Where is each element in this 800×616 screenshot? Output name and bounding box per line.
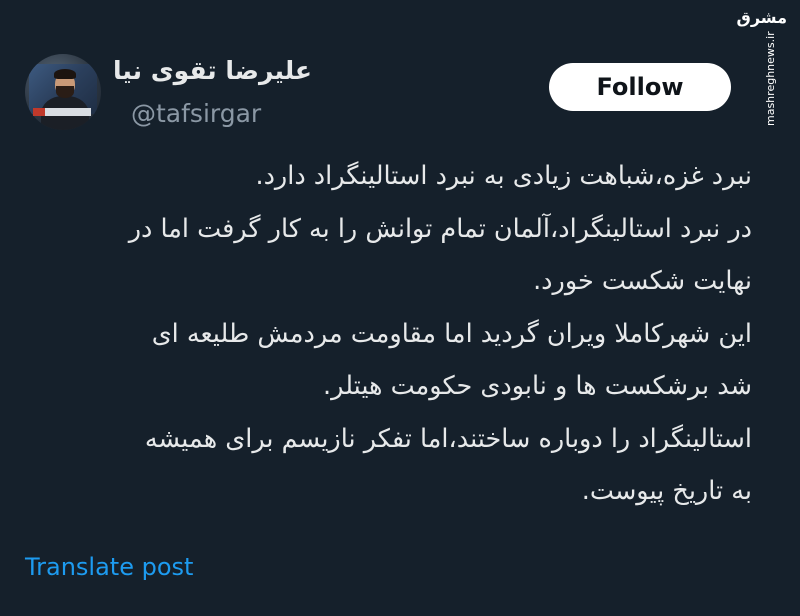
watermark-logo: مشرق xyxy=(736,8,787,27)
avatar-hair xyxy=(54,69,76,79)
watermark-url: mashreghnews.ir xyxy=(764,31,777,126)
avatar-lower-third-accent xyxy=(33,108,45,116)
tweet-line: این شهرکاملا ویران گردید اما مقاومت مردم… xyxy=(151,318,752,349)
avatar-beard xyxy=(56,86,74,98)
user-avatar[interactable] xyxy=(25,54,101,130)
display-name[interactable]: علیرضا تقوی نیا xyxy=(113,56,312,85)
watermark: مشرق mashreghnews.ir xyxy=(736,8,792,128)
translate-post-link[interactable]: Translate post xyxy=(25,553,193,581)
tweet-text: نبرد غزه،شباهت زیادی به نبرد استالینگراد… xyxy=(20,150,752,518)
tweet-line: به تاریخ پیوست. xyxy=(581,476,752,506)
tweet-line: نهایت شکست خورد. xyxy=(533,266,752,296)
follow-button[interactable]: Follow xyxy=(549,63,731,111)
tweet-line: شد برشکست ها و نابودی حکومت هیتلر. xyxy=(323,371,752,401)
tweet-line: استالینگراد را دوباره ساختند،اما تفکر نا… xyxy=(144,423,752,454)
tweet-line: نبرد غزه،شباهت زیادی به نبرد استالینگراد… xyxy=(255,161,752,191)
tweet-card: علیرضا تقوی نیا @tafsirgar Follow مشرق m… xyxy=(0,0,800,616)
tweet-line: در نبرد استالینگراد،آلمان تمام توانش را … xyxy=(128,213,752,244)
user-handle[interactable]: @tafsirgar xyxy=(131,99,261,128)
